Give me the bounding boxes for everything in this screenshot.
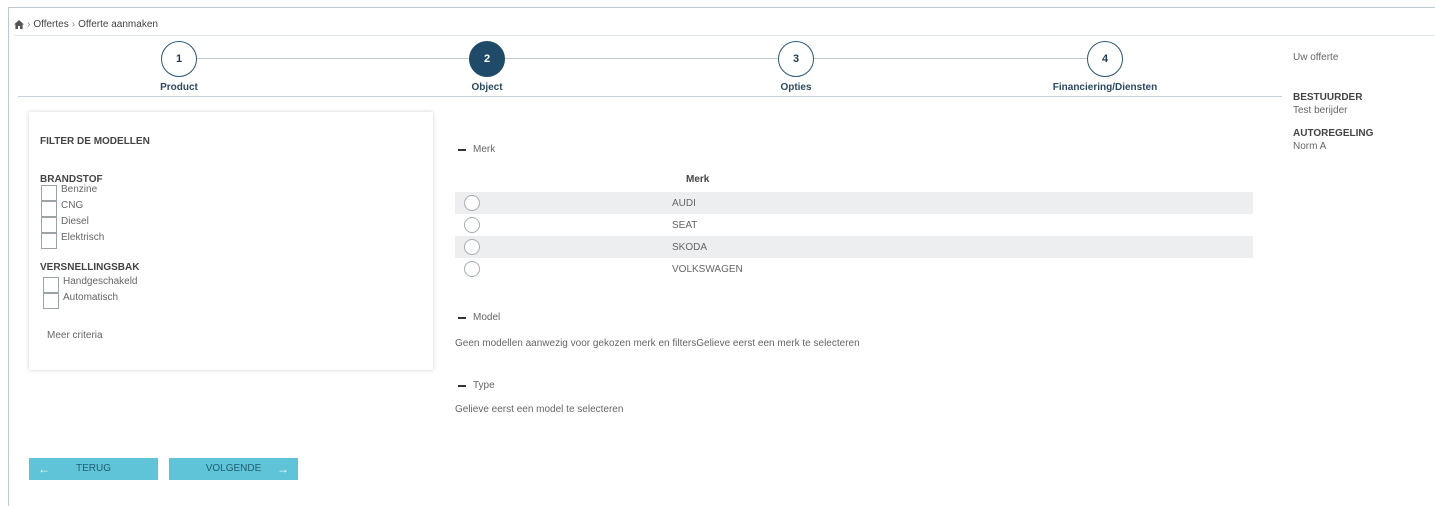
stepper-connector <box>814 58 1087 59</box>
fuel-option-label: Diesel <box>61 215 89 227</box>
filter-title: FILTER DE MODELLEN <box>40 136 150 147</box>
stepper-divider <box>18 96 1282 97</box>
step-3-circle[interactable]: 3 <box>778 41 814 77</box>
checkbox[interactable] <box>41 201 57 217</box>
checkbox[interactable] <box>43 293 59 309</box>
collapse-icon <box>458 316 466 319</box>
merk-section-label: Merk <box>473 144 496 155</box>
filter-panel: FILTER DE MODELLEN BRANDSTOF Benzine CNG… <box>29 112 433 370</box>
gearbox-option-automatic[interactable]: Automatisch <box>43 291 119 309</box>
car-rule-value: Norm A <box>1293 141 1327 152</box>
brand-name: VOLKSWAGEN <box>672 263 743 275</box>
type-message: Gelieve eerst een model te selecteren <box>455 404 624 415</box>
summary-title: Uw offerte <box>1293 52 1339 63</box>
breadcrumb-separator: › <box>27 19 31 30</box>
brand-radio[interactable] <box>464 261 480 277</box>
brand-name: SEAT <box>672 219 698 231</box>
model-section-toggle[interactable]: Model <box>458 312 500 323</box>
step-4-label[interactable]: Financiering/Diensten <box>1005 82 1205 93</box>
fuel-option-label: CNG <box>61 199 84 211</box>
checkbox[interactable] <box>43 277 59 293</box>
table-row[interactable]: SKODA <box>455 236 1253 258</box>
collapse-icon <box>458 148 466 151</box>
brand-name: AUDI <box>672 197 696 209</box>
stepper-connector <box>197 58 469 59</box>
table-row[interactable]: VOLKSWAGEN <box>455 258 1253 280</box>
merk-section-toggle[interactable]: Merk <box>458 144 495 155</box>
model-section-label: Model <box>473 312 501 323</box>
step-1-circle[interactable]: 1 <box>161 41 197 77</box>
driver-value: Test berijder <box>1293 105 1348 116</box>
table-row[interactable]: AUDI <box>455 192 1253 214</box>
breadcrumb-divider <box>14 35 1435 36</box>
checkbox[interactable] <box>41 217 57 233</box>
table-row[interactable]: SEAT <box>455 214 1253 236</box>
type-section-label: Type <box>473 380 495 391</box>
collapse-icon <box>458 384 466 387</box>
arrow-right-icon: → <box>277 462 289 476</box>
stepper-connector <box>505 58 778 59</box>
brand-radio[interactable] <box>464 239 480 255</box>
step-2-circle[interactable]: 2 <box>469 41 505 77</box>
back-button[interactable]: ← TERUG <box>29 458 158 480</box>
car-rule-label: AUTOREGELING <box>1293 128 1374 139</box>
fuel-option-label: Elektrisch <box>61 231 105 243</box>
type-section-toggle[interactable]: Type <box>458 380 495 391</box>
brand-radio[interactable] <box>464 195 480 211</box>
brand-name: SKODA <box>672 241 708 253</box>
gearbox-option-label: Handgeschakeld <box>63 275 138 287</box>
brand-radio[interactable] <box>464 217 480 233</box>
merk-column-header: Merk <box>686 174 710 185</box>
breadcrumb-separator: › <box>71 19 76 30</box>
breadcrumb-item-offertes[interactable]: Offertes <box>33 19 68 30</box>
breadcrumb: › Offertes › Offerte aanmaken <box>14 19 158 30</box>
step-3-label[interactable]: Opties <box>696 82 896 93</box>
checkbox[interactable] <box>41 233 57 249</box>
fuel-option-elektrisch[interactable]: Elektrisch <box>41 231 105 249</box>
gearbox-option-label: Automatisch <box>63 291 119 303</box>
fuel-option-label: Benzine <box>61 183 98 195</box>
driver-label: BESTUURDER <box>1293 92 1363 103</box>
next-button[interactable]: VOLGENDE → <box>169 458 298 480</box>
home-icon[interactable] <box>14 20 24 29</box>
gearbox-group-label: VERSNELLINGSBAK <box>40 262 140 273</box>
step-4-circle[interactable]: 4 <box>1087 41 1123 77</box>
step-1-label[interactable]: Product <box>79 82 279 93</box>
more-criteria-link[interactable]: Meer criteria <box>47 330 103 341</box>
step-2-label[interactable]: Object <box>387 82 587 93</box>
offer-summary: Uw offerte BESTUURDER Test berijder AUTO… <box>1293 52 1433 152</box>
breadcrumb-item-current: Offerte aanmaken <box>78 19 158 30</box>
back-button-label: TERUG <box>76 463 111 474</box>
model-message: Geen modellen aanwezig voor gekozen merk… <box>455 338 860 349</box>
checkbox[interactable] <box>41 185 57 201</box>
